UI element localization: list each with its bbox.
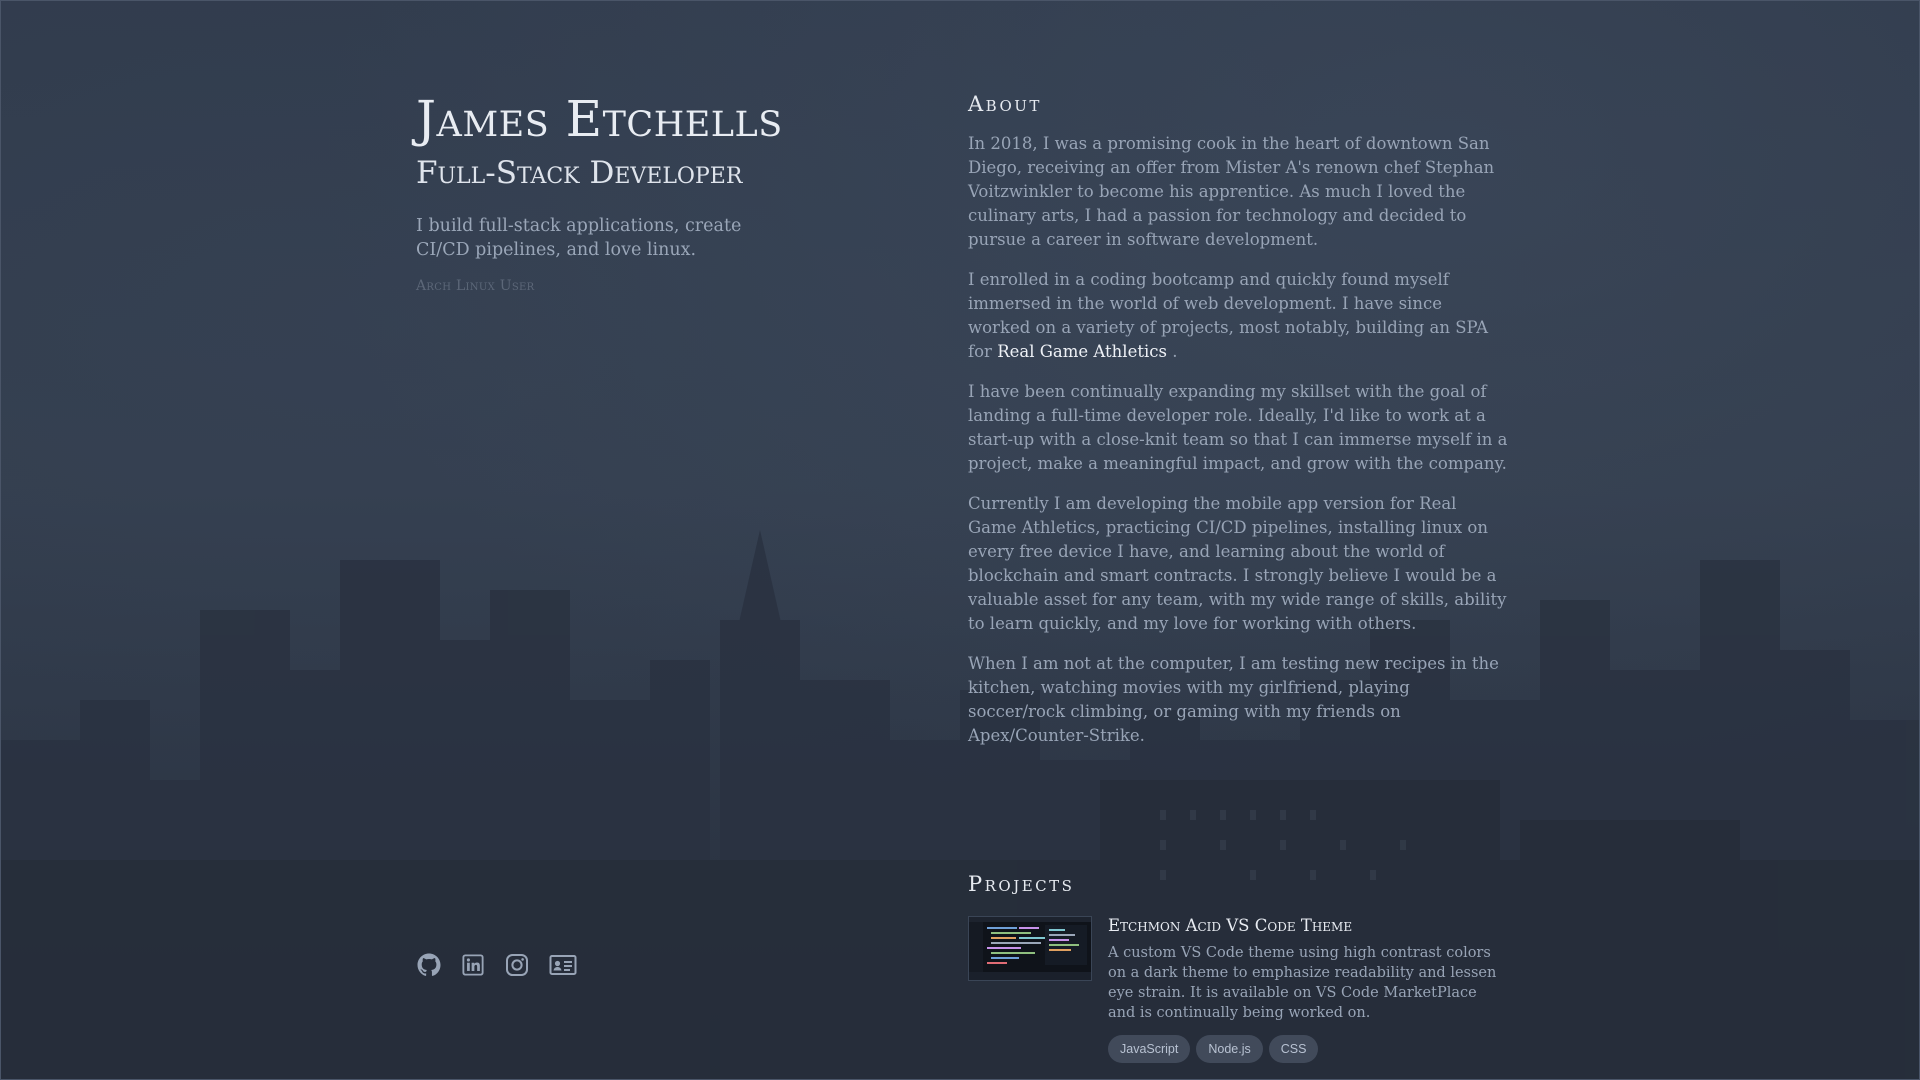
profile-note: Arch Linux User [416,278,535,294]
about-paragraph-2: I enrolled in a coding bootcamp and quic… [968,268,1508,364]
tag-javascript: JavaScript [1108,1035,1191,1063]
resume-link[interactable] [548,952,578,978]
instagram-icon [506,954,528,976]
background-city-skyline [0,0,1920,1080]
social-links [416,952,578,978]
project-card[interactable]: Etchmon Acid VS Code Theme A custom VS C… [968,912,1508,1063]
about-paragraph-1: In 2018, I was a promising cook in the h… [968,134,1495,249]
projects-section: Projects Etchmon Acid VS Code Theme A cu… [968,872,1508,1063]
projects-title: Projects [968,872,1075,896]
project-title[interactable]: Etchmon Acid VS Code Theme [1108,916,1504,935]
linkedin-icon [462,954,484,976]
about-section: About In 2018, I was a promising cook in… [968,92,1508,764]
code-editor-screenshot [969,917,1091,980]
profile-name: James Etchells [416,90,783,148]
about-title: About [968,92,1042,116]
linkedin-link[interactable] [460,952,486,978]
project-body: Etchmon Acid VS Code Theme A custom VS C… [1108,912,1504,1063]
about-paragraph-2-end: . [1166,342,1178,361]
real-game-athletics-link[interactable]: Real Game Athletics [997,342,1167,361]
instagram-link[interactable] [504,952,530,978]
github-link[interactable] [416,952,442,978]
profile-tagline: I build full-stack applications, create … [416,216,742,260]
about-paragraph-3: I have been continually expanding my ski… [968,382,1508,473]
resume-card-icon [549,955,577,975]
tag-nodejs: Node.js [1196,1035,1263,1063]
project-description: A custom VS Code theme using high contra… [1108,945,1497,1021]
skyline-illustration [0,530,1920,1080]
project-thumbnail[interactable] [968,916,1092,981]
about-paragraph-4: Currently I am developing the mobile app… [968,494,1507,633]
profile-role: Full-Stack Developer [416,155,743,191]
tag-css: CSS [1268,1035,1319,1063]
profile-header: James Etchells Full-Stack Developer I bu… [416,88,836,294]
about-paragraph-5: When I am not at the computer, I am test… [968,654,1499,745]
project-tags: JavaScript Node.js CSS [1108,1035,1504,1063]
github-icon [417,953,441,976]
